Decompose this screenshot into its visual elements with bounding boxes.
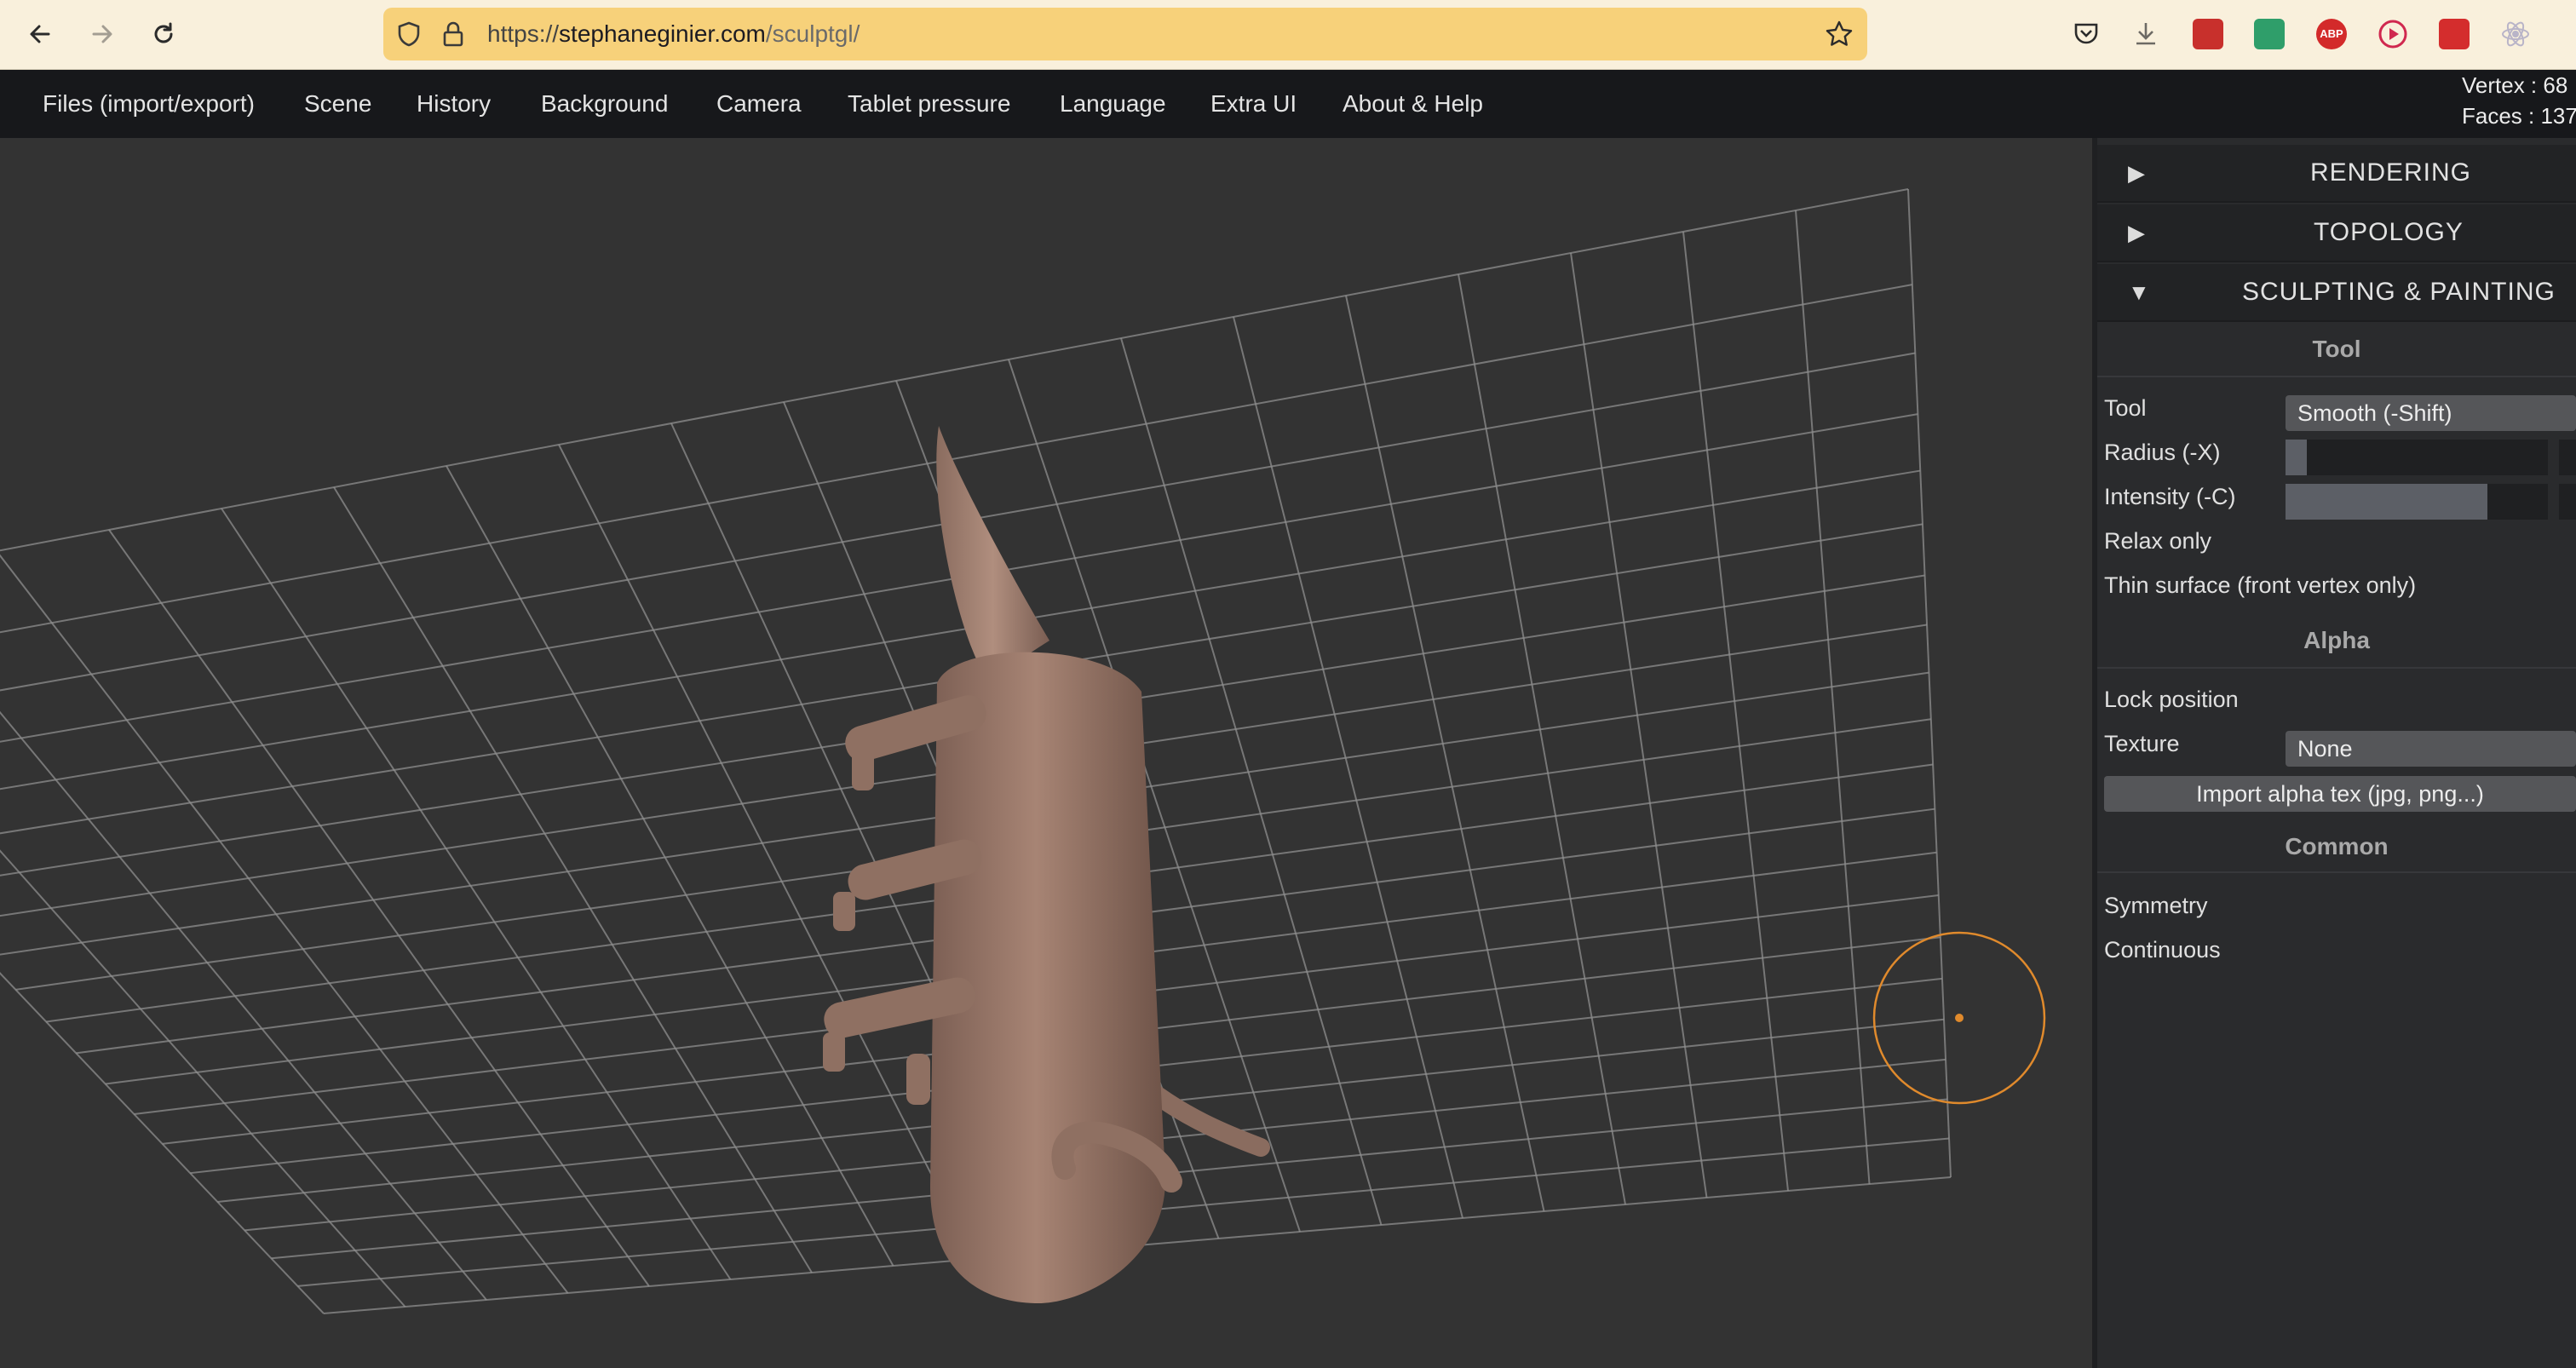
radius-slider[interactable] xyxy=(2286,440,2548,475)
relax-only-checkbox-label[interactable]: Relax only xyxy=(2104,528,2211,555)
menu-about-help[interactable]: About & Help xyxy=(1343,70,1483,138)
star-icon[interactable] xyxy=(1825,20,1854,53)
section-topology[interactable]: ▶ TOPOLOGY xyxy=(2097,204,2576,262)
divider xyxy=(2097,871,2576,873)
url-prefix: https:// xyxy=(487,20,560,47)
thin-surface-checkbox-label[interactable]: Thin surface (front vertex only) xyxy=(2104,572,2416,599)
tool-select-value: Smooth (-Shift) xyxy=(2297,400,2452,426)
lock-icon[interactable] xyxy=(441,20,465,52)
continuous-checkbox-label[interactable]: Continuous xyxy=(2104,937,2221,963)
reload-icon[interactable] xyxy=(145,15,182,53)
url-host: stephaneginier.com xyxy=(559,20,766,47)
alpha-heading: Alpha xyxy=(2303,627,2370,653)
menu-background[interactable]: Background xyxy=(541,70,668,138)
divider xyxy=(2097,376,2576,377)
import-alpha-button[interactable]: Import alpha tex (jpg, png...) xyxy=(2104,776,2576,812)
menu-tablet-pressure[interactable]: Tablet pressure xyxy=(848,70,1010,138)
menu-files[interactable]: Files (import/export) xyxy=(43,70,255,138)
menu-history[interactable]: History xyxy=(417,70,491,138)
divider xyxy=(2097,667,2576,669)
texture-select[interactable]: None xyxy=(2286,731,2576,767)
faces-count: Faces : 137 xyxy=(2462,103,2576,129)
shield-icon[interactable] xyxy=(395,20,423,52)
section-sculpting-painting[interactable]: ▼ SCULPTING & PAINTING xyxy=(2097,264,2576,322)
section-title: TOPOLOGY xyxy=(2314,218,2464,246)
intensity-label: Intensity (-C) xyxy=(2104,484,2236,509)
section-rendering[interactable]: ▶ RENDERING xyxy=(2097,145,2576,203)
texture-select-value: None xyxy=(2297,736,2353,762)
extension-icon[interactable] xyxy=(2254,19,2285,49)
intensity-value-box[interactable] xyxy=(2559,484,2576,520)
pocket-icon[interactable] xyxy=(2072,19,2101,52)
tool-heading: Tool xyxy=(2312,336,2361,362)
url-path: /sculptgl/ xyxy=(765,20,860,47)
adblock-icon[interactable]: ABP xyxy=(2316,19,2347,49)
browser-toolbar: https://stephaneginier.com/sculptgl/ ABP xyxy=(0,0,2576,70)
menu-extra-ui[interactable]: Extra UI xyxy=(1210,70,1297,138)
extension-icon[interactable] xyxy=(2378,19,2408,49)
symmetry-checkbox-label[interactable]: Symmetry xyxy=(2104,893,2208,919)
extension-icon[interactable] xyxy=(2439,19,2470,49)
menu-scene[interactable]: Scene xyxy=(304,70,371,138)
tool-select[interactable]: Smooth (-Shift) xyxy=(2286,395,2576,431)
lock-position-checkbox-label[interactable]: Lock position xyxy=(2104,687,2239,713)
url-bar[interactable]: https://stephaneginier.com/sculptgl/ xyxy=(383,8,1867,60)
3d-viewport[interactable] xyxy=(0,138,2092,1368)
url-text[interactable]: https://stephaneginier.com/sculptgl/ xyxy=(487,8,860,60)
menu-language[interactable]: Language xyxy=(1060,70,1166,138)
radius-slider-fill xyxy=(2286,440,2307,475)
radius-label: Radius (-X) xyxy=(2104,440,2221,465)
expand-icon: ▶ xyxy=(2128,160,2145,186)
brush-cursor xyxy=(1872,931,2046,1105)
radius-value-box[interactable] xyxy=(2559,440,2576,475)
sculpt-mesh[interactable] xyxy=(0,138,2092,1368)
section-title: RENDERING xyxy=(2310,158,2472,187)
download-icon[interactable] xyxy=(2131,19,2160,52)
menu-camera[interactable]: Camera xyxy=(716,70,802,138)
app-menubar: Files (import/export) Scene History Back… xyxy=(0,70,2576,138)
expand-icon: ▶ xyxy=(2128,220,2145,245)
forward-icon[interactable] xyxy=(83,15,121,53)
intensity-slider-fill xyxy=(2286,484,2488,520)
back-icon[interactable] xyxy=(21,15,59,53)
section-title: SCULPTING & PAINTING xyxy=(2242,278,2556,306)
intensity-slider[interactable] xyxy=(2286,484,2548,520)
texture-label: Texture xyxy=(2104,731,2180,756)
extension-icon[interactable] xyxy=(2193,19,2223,49)
extension-icon[interactable] xyxy=(2500,19,2531,49)
mesh-stats: Vertex : 68 Faces : 137 xyxy=(2462,70,2576,131)
vertex-count: Vertex : 68 xyxy=(2462,72,2568,98)
common-heading: Common xyxy=(2285,833,2389,859)
collapse-icon: ▼ xyxy=(2128,279,2150,305)
tool-label: Tool xyxy=(2104,395,2147,421)
